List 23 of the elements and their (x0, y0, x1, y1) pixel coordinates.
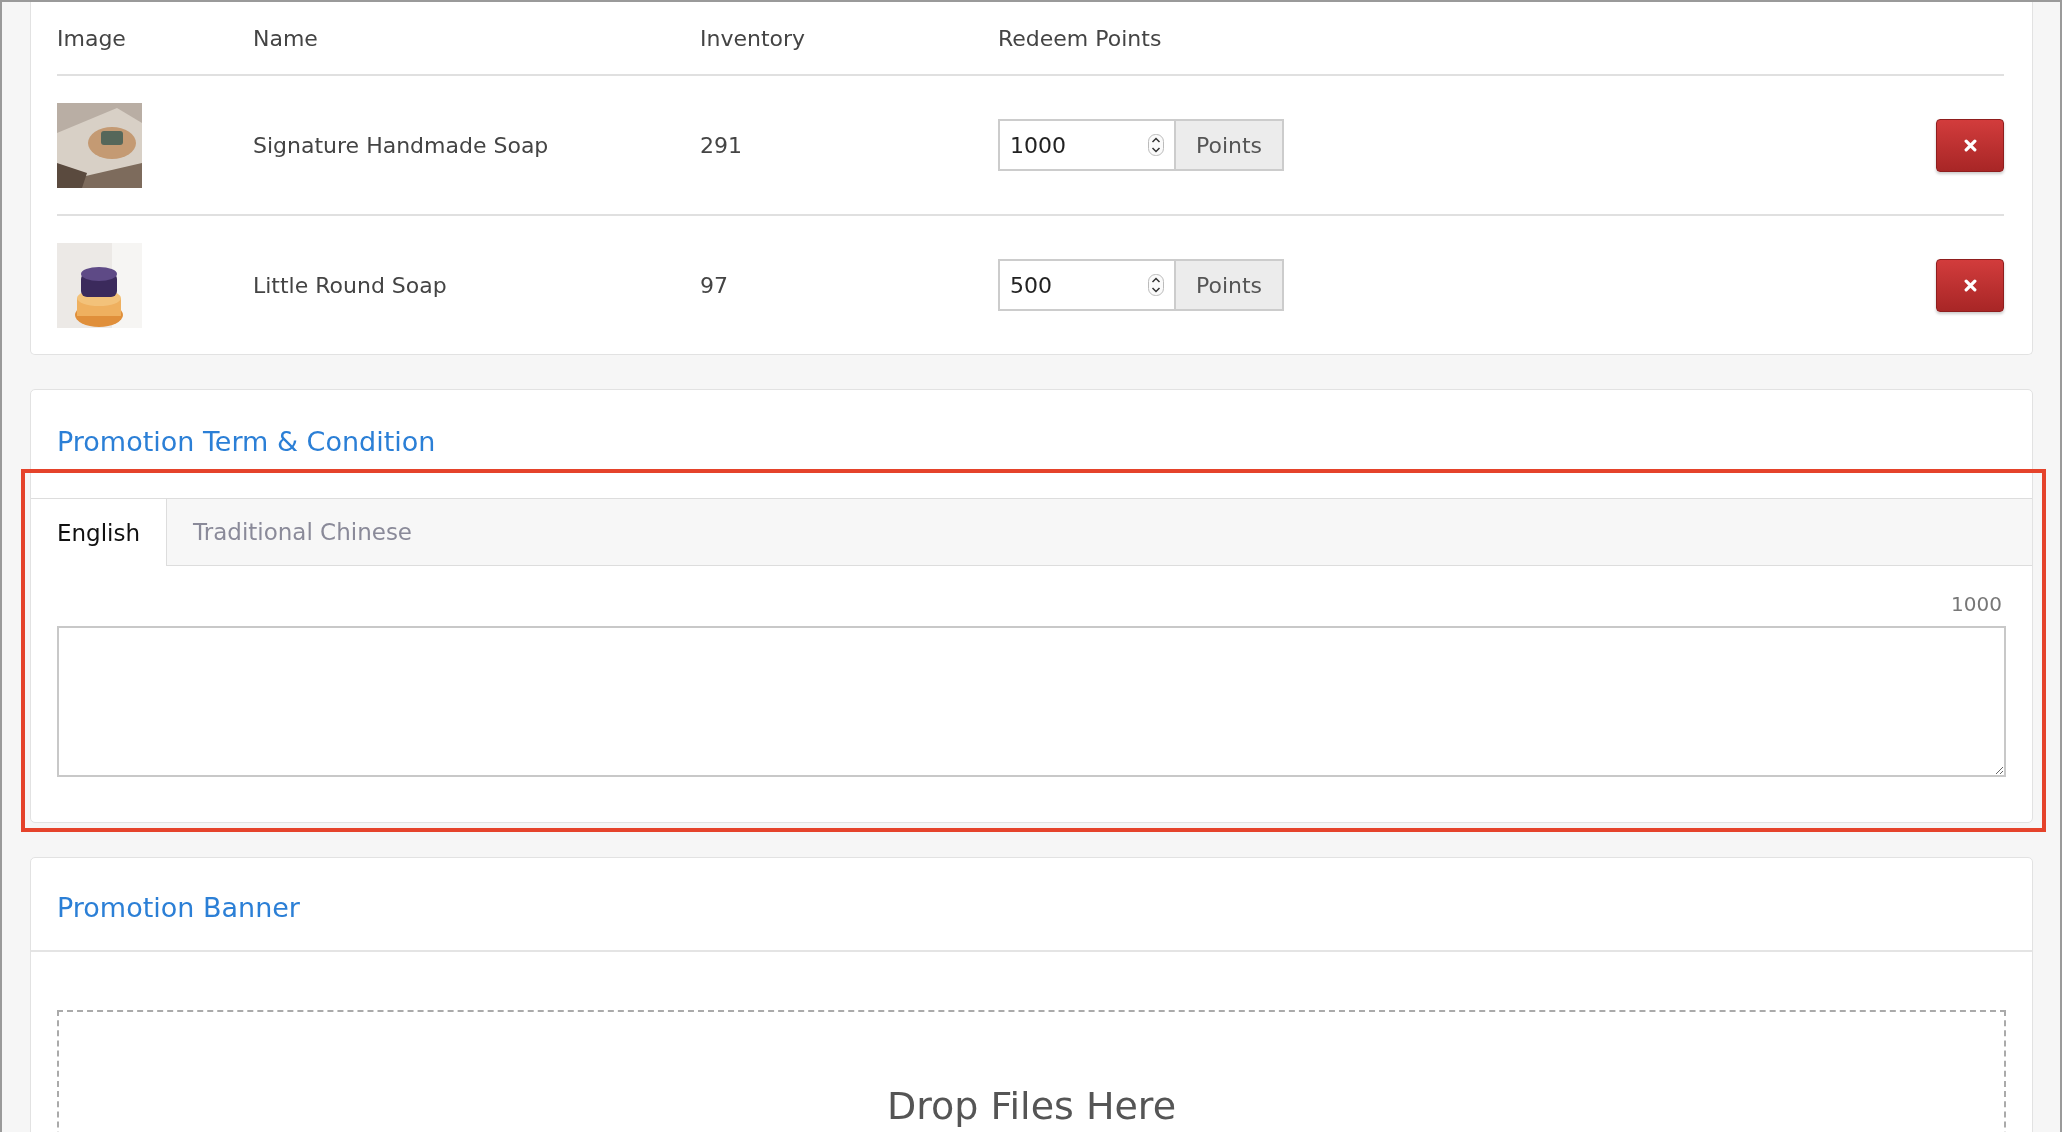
delete-button[interactable] (1936, 258, 2004, 312)
column-header: Redeem Points (998, 25, 1163, 51)
section-title: Promotion Term & Condition (56, 425, 437, 459)
stepper-icon[interactable] (1148, 134, 1164, 156)
table-cell-text: 291 (700, 132, 743, 158)
stepper-icon[interactable] (1148, 274, 1164, 296)
number-input[interactable]: 500 (998, 259, 1176, 311)
table-cell-text: Little Round Soap (253, 272, 448, 298)
table-cell-text: 97 (700, 272, 729, 298)
table-cell-text: Signature Handmade Soap (253, 132, 550, 158)
number-input[interactable]: 1000 (998, 119, 1176, 171)
close-icon (1963, 138, 1977, 152)
delete-button[interactable] (1936, 118, 2004, 172)
column-header: Image (57, 25, 127, 51)
character-counter: 1000 (1951, 592, 2002, 616)
section-title: Promotion Banner (31, 858, 2032, 952)
close-icon (1963, 278, 1977, 292)
column-header: Inventory (700, 25, 807, 51)
unit-label: Points (1176, 259, 1285, 311)
language-tab[interactable]: English (31, 499, 168, 566)
column-header: Name (253, 25, 319, 51)
unit-label: Points (1176, 119, 1285, 171)
drop-zone-label: Drop Files Here (886, 1084, 1177, 1128)
